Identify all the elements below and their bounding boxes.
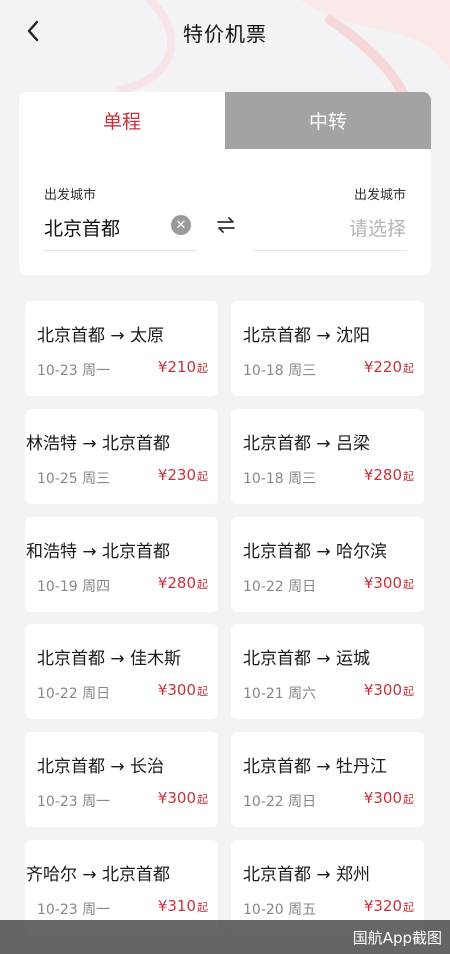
to-field-underline [253, 250, 407, 251]
deal-route-text: 北京首都 → 运城 [243, 649, 371, 668]
page-title: 特价机票 [183, 22, 267, 46]
deal-price-suffix: 起 [403, 470, 414, 483]
deal-card[interactable]: 北京首都 → 吕梁 10-18 周三 ¥280起 [231, 409, 424, 504]
to-city-field[interactable]: 请选择 [349, 214, 406, 241]
to-city-label: 出发城市 [353, 188, 406, 203]
deal-price-amount: ¥230 [157, 466, 196, 484]
deal-price-amount: ¥300 [363, 789, 402, 807]
deal-price: ¥310起 [158, 897, 208, 915]
deal-card[interactable]: 北京首都 → 沈阳 10-18 周三 ¥220起 [231, 301, 424, 396]
deal-price: ¥300起 [364, 681, 414, 699]
deal-route: 北京首都 → 哈尔滨 [231, 537, 416, 561]
from-city-field[interactable]: 北京首都 [44, 214, 120, 241]
deal-price-amount: ¥320 [363, 897, 402, 915]
deal-price: ¥280起 [364, 466, 414, 484]
deal-route-text: 北京首都 → 牡丹江 [243, 757, 388, 776]
deal-price: ¥300起 [158, 681, 208, 699]
deal-route-text: 北京首都 → 郑州 [243, 865, 371, 884]
deal-card[interactable]: 北京首都 → 佳木斯 10-22 周日 ¥300起 [25, 624, 218, 719]
deal-date: 10-23 周一 [37, 363, 111, 379]
deal-date: 10-25 周三 [37, 471, 111, 487]
deal-card[interactable]: 北京首都 → 太原 10-23 周一 ¥210起 [25, 301, 218, 396]
trip-type-tabs: 单程 中转 [19, 92, 431, 149]
search-card: 单程 中转 出发城市 出发城市 北京首都 ✕ 请选择 [19, 92, 431, 275]
deal-route-text: 北京首都 → 吕梁 [243, 434, 371, 453]
deal-date: 10-22 周日 [243, 794, 317, 810]
deal-price-suffix: 起 [403, 793, 414, 806]
deal-route: 呼和浩特 → 北京首都 [25, 537, 210, 561]
deal-price-amount: ¥300 [157, 789, 196, 807]
deal-route-text: 北京首都 → 沈阳 [243, 326, 371, 345]
deal-route: 北京首都 → 吕梁 [231, 429, 416, 453]
deal-price-amount: ¥280 [157, 574, 196, 592]
deal-price-amount: ¥300 [157, 681, 196, 699]
top-bar: 特价机票 [0, 0, 450, 64]
deal-route-text: 北京首都 → 哈尔滨 [243, 542, 388, 561]
deal-card[interactable]: 北京首都 → 哈尔滨 10-22 周日 ¥300起 [231, 517, 424, 612]
deal-date: 10-23 周一 [37, 794, 111, 810]
deal-route: 北京首都 → 沈阳 [231, 321, 416, 345]
deal-price-suffix: 起 [197, 685, 208, 698]
deal-card[interactable]: 北京首都 → 牡丹江 10-22 周日 ¥300起 [231, 732, 424, 827]
deal-card[interactable]: 呼和浩特 → 北京首都 10-19 周四 ¥280起 [25, 517, 218, 612]
deal-card[interactable]: 北京首都 → 运城 10-21 周六 ¥300起 [231, 624, 424, 719]
deal-price: ¥210起 [158, 358, 208, 376]
deal-route: 北京首都 → 郑州 [231, 860, 416, 884]
deal-price-amount: ¥210 [157, 358, 196, 376]
deal-price-suffix: 起 [403, 362, 414, 375]
deal-route-text: 锡林浩特 → 北京首都 [25, 434, 171, 453]
deal-price-suffix: 起 [197, 362, 208, 375]
clear-icon[interactable]: ✕ [171, 215, 191, 235]
deal-date: 10-19 周四 [37, 579, 111, 595]
tab-transfer[interactable]: 中转 [225, 92, 431, 149]
deal-price: ¥300起 [158, 789, 208, 807]
deal-route: 北京首都 → 佳木斯 [25, 644, 210, 668]
deal-price-amount: ¥220 [363, 358, 402, 376]
tab-single[interactable]: 单程 [19, 92, 225, 149]
deal-date: 10-20 周五 [243, 902, 317, 918]
deal-card[interactable]: 锡林浩特 → 北京首都 10-25 周三 ¥230起 [25, 409, 218, 504]
deal-date: 10-18 周三 [243, 471, 317, 487]
deal-price: ¥320起 [364, 897, 414, 915]
deal-route: 北京首都 → 太原 [25, 321, 210, 345]
deal-price-amount: ¥300 [363, 574, 402, 592]
deal-price-suffix: 起 [403, 901, 414, 914]
deal-date: 10-21 周六 [243, 686, 317, 702]
deal-card[interactable]: 北京首都 → 长治 10-23 周一 ¥300起 [25, 732, 218, 827]
deal-route-text: 齐齐哈尔 → 北京首都 [25, 865, 171, 884]
deal-price-amount: ¥280 [363, 466, 402, 484]
from-city-label: 出发城市 [44, 188, 97, 203]
deal-route: 锡林浩特 → 北京首都 [25, 429, 210, 453]
deal-route: 北京首都 → 运城 [231, 644, 416, 668]
deal-date: 10-23 周一 [37, 902, 111, 918]
deal-price: ¥220起 [364, 358, 414, 376]
deal-price: ¥230起 [158, 466, 208, 484]
deal-price-suffix: 起 [197, 470, 208, 483]
from-field-underline [43, 250, 197, 251]
deal-route-text: 北京首都 → 太原 [37, 326, 165, 345]
watermark: 国航App截图 [0, 920, 450, 954]
deal-price: ¥280起 [158, 574, 208, 592]
deal-price-suffix: 起 [403, 578, 414, 591]
swap-icon[interactable] [215, 214, 237, 236]
deal-price: ¥300起 [364, 574, 414, 592]
deal-price-suffix: 起 [197, 578, 208, 591]
deal-price-suffix: 起 [197, 793, 208, 806]
deal-date: 10-22 周日 [37, 686, 111, 702]
deal-route-text: 北京首都 → 长治 [37, 757, 165, 776]
deal-price: ¥300起 [364, 789, 414, 807]
deal-price-amount: ¥300 [363, 681, 402, 699]
deal-route-text: 北京首都 → 佳木斯 [37, 649, 182, 668]
deal-price-suffix: 起 [197, 901, 208, 914]
deal-price-amount: ¥310 [157, 897, 196, 915]
deal-route: 齐齐哈尔 → 北京首都 [25, 860, 210, 884]
deal-route: 北京首都 → 长治 [25, 752, 210, 776]
deal-date: 10-18 周三 [243, 363, 317, 379]
deal-price-suffix: 起 [403, 685, 414, 698]
deal-date: 10-22 周日 [243, 579, 317, 595]
deal-route: 北京首都 → 牡丹江 [231, 752, 416, 776]
deal-route-text: 呼和浩特 → 北京首都 [25, 542, 171, 561]
